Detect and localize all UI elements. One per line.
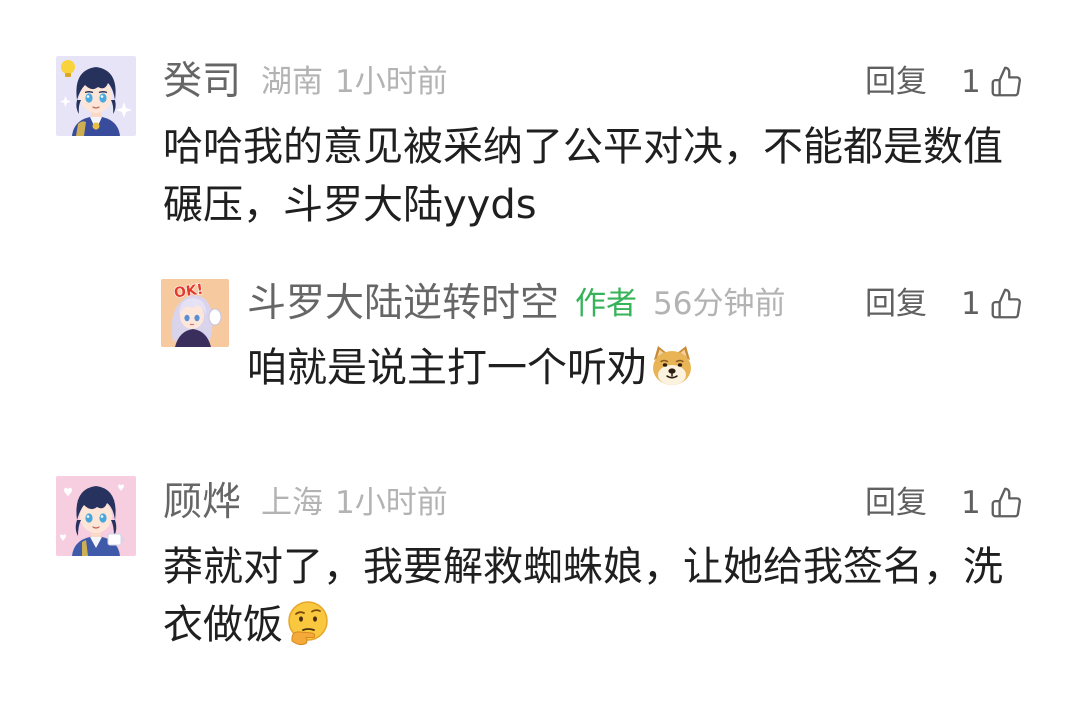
reply-text-content: 咱就是说主打一个听劝 xyxy=(247,345,647,391)
thinking-face-emoji-icon xyxy=(285,600,331,646)
comment-actions: 回复 1 xyxy=(865,481,1025,525)
timestamp: 56分钟前 xyxy=(653,286,786,322)
username[interactable]: 斗罗大陆逆转时空 xyxy=(247,282,559,326)
reply-button[interactable]: 回复 xyxy=(865,282,927,326)
comment-header: 顾烨 上海 1小时前 xyxy=(163,481,448,525)
thumbs-up-icon[interactable] xyxy=(990,65,1023,98)
comment-text: 莽就对了，我要解救蜘蛛娘，让她给我签名，洗衣做饭 xyxy=(163,538,1023,654)
like-button[interactable]: 1 xyxy=(961,481,1025,525)
timestamp: 1小时前 xyxy=(335,64,448,100)
thumbs-up-icon[interactable] xyxy=(990,486,1023,519)
user-avatar[interactable] xyxy=(56,56,136,136)
location-label: 上海 xyxy=(261,485,324,521)
like-count: 1 xyxy=(961,64,981,100)
reply-actions: 回复 1 xyxy=(865,282,1025,326)
reply-text: 咱就是说主打一个听劝 xyxy=(247,339,1027,397)
location-label: 湖南 xyxy=(261,64,324,100)
reply-user-avatar[interactable]: OK! xyxy=(161,279,229,347)
like-count: 1 xyxy=(961,485,981,521)
like-button[interactable]: 1 xyxy=(961,60,1025,104)
comment-actions: 回复 1 xyxy=(865,60,1025,104)
like-button[interactable]: 1 xyxy=(961,282,1025,326)
comment-header: 癸司 湖南 1小时前 xyxy=(163,60,448,104)
comment-text: 哈哈我的意见被采纳了公平对决，不能都是数值碾压，斗罗大陆yyds xyxy=(163,118,1023,234)
reply-button[interactable]: 回复 xyxy=(865,481,927,525)
comment-text-content: 哈哈我的意见被采纳了公平对决，不能都是数值碾压，斗罗大陆yyds xyxy=(163,124,1003,228)
username[interactable]: 癸司 xyxy=(163,60,241,104)
avatar-image xyxy=(56,56,136,136)
username[interactable]: 顾烨 xyxy=(163,481,241,525)
comment-list: 癸司 湖南 1小时前 回复 1 哈哈我的意见被采纳了公平对决，不能都是数值碾压，… xyxy=(0,0,1080,722)
like-count: 1 xyxy=(961,286,981,322)
reply-button[interactable]: 回复 xyxy=(865,60,927,104)
avatar-image: OK! xyxy=(161,279,229,347)
user-avatar[interactable] xyxy=(56,476,136,556)
avatar-image xyxy=(56,476,136,556)
doge-emoji-icon xyxy=(649,343,695,389)
thumbs-up-icon[interactable] xyxy=(990,287,1023,320)
reply-header: 斗罗大陆逆转时空 作者 56分钟前 xyxy=(247,282,785,326)
timestamp: 1小时前 xyxy=(335,485,448,521)
author-badge: 作者 xyxy=(575,286,638,322)
